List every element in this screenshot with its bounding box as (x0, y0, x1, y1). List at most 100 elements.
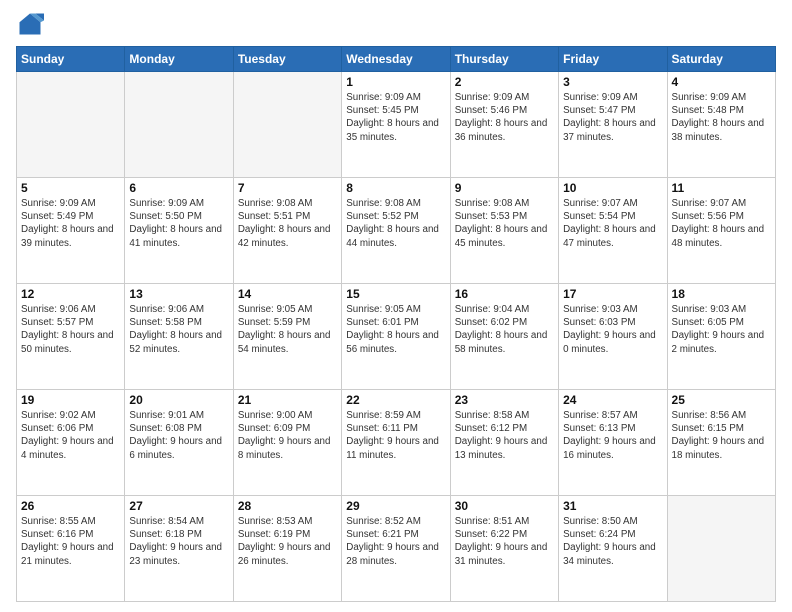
day-number: 4 (672, 75, 771, 89)
calendar-week-1: 1 Sunrise: 9:09 AMSunset: 5:45 PMDaylight… (17, 72, 776, 178)
calendar-cell: 1 Sunrise: 9:09 AMSunset: 5:45 PMDaylight… (342, 72, 450, 178)
day-number: 11 (672, 181, 771, 195)
day-number: 8 (346, 181, 445, 195)
calendar-cell: 11 Sunrise: 9:07 AMSunset: 5:56 PMDayligh… (667, 178, 775, 284)
day-info: Sunrise: 9:09 AMSunset: 5:48 PMDaylight:… (672, 91, 771, 144)
header (16, 10, 776, 38)
calendar-table: SundayMondayTuesdayWednesdayThursdayFrid… (16, 46, 776, 602)
calendar-cell: 14Sunrise: 9:05 AMSunset: 5:59 PMDayligh… (233, 284, 341, 390)
day-info: Sunrise: 9:05 AMSunset: 6:01 PMDaylight:… (346, 303, 445, 356)
calendar-cell: 3Sunrise: 9:09 AMSunset: 5:47 PMDaylight… (559, 72, 667, 178)
day-number: 17 (563, 287, 662, 301)
day-info: Sunrise: 9:09 AMSunset: 5:45 PMDaylight:… (346, 91, 445, 144)
calendar-week-4: 19 Sunrise: 9:02 AMSunset: 6:06 PMDayligh… (17, 390, 776, 496)
day-info: Sunrise: 9:09 AMSunset: 5:50 PMDaylight:… (129, 197, 228, 250)
day-number: 28 (238, 499, 337, 513)
day-number: 24 (563, 393, 662, 407)
calendar-week-5: 26 Sunrise: 8:55 AMSunset: 6:16 PMDayligh… (17, 496, 776, 602)
day-number: 12 (21, 287, 120, 301)
calendar-cell (125, 72, 233, 178)
day-info: Sunrise: 9:04 AMSunset: 6:02 PMDaylight:… (455, 303, 554, 356)
calendar-cell: 24 Sunrise: 8:57 AMSunset: 6:13 PMDayligh… (559, 390, 667, 496)
calendar-cell: 25Sunrise: 8:56 AMSunset: 6:15 PMDayligh… (667, 390, 775, 496)
calendar-cell: 18 Sunrise: 9:03 AMSunset: 6:05 PMDayligh… (667, 284, 775, 390)
calendar-cell: 10 Sunrise: 9:07 AMSunset: 5:54 PMDayligh… (559, 178, 667, 284)
calendar-cell: 31 Sunrise: 8:50 AMSunset: 6:24 PMDayligh… (559, 496, 667, 602)
day-number: 25 (672, 393, 771, 407)
day-info: Sunrise: 8:51 AMSunset: 6:22 PMDaylight:… (455, 515, 554, 568)
day-number: 22 (346, 393, 445, 407)
day-info: Sunrise: 9:08 AMSunset: 5:52 PMDaylight:… (346, 197, 445, 250)
day-info: Sunrise: 9:07 AMSunset: 5:54 PMDaylight:… (563, 197, 662, 250)
day-number: 23 (455, 393, 554, 407)
day-info: Sunrise: 9:08 AMSunset: 5:51 PMDaylight:… (238, 197, 337, 250)
day-number: 30 (455, 499, 554, 513)
calendar-week-3: 12 Sunrise: 9:06 AMSunset: 5:57 PMDayligh… (17, 284, 776, 390)
day-number: 16 (455, 287, 554, 301)
calendar-cell: 6Sunrise: 9:09 AMSunset: 5:50 PMDaylight… (125, 178, 233, 284)
day-number: 27 (129, 499, 228, 513)
calendar-cell: 4 Sunrise: 9:09 AMSunset: 5:48 PMDaylight… (667, 72, 775, 178)
calendar-cell: 7 Sunrise: 9:08 AMSunset: 5:51 PMDaylight… (233, 178, 341, 284)
day-info: Sunrise: 8:52 AMSunset: 6:21 PMDaylight:… (346, 515, 445, 568)
calendar-cell: 19 Sunrise: 9:02 AMSunset: 6:06 PMDayligh… (17, 390, 125, 496)
weekday-header-wednesday: Wednesday (342, 47, 450, 72)
calendar-cell: 16 Sunrise: 9:04 AMSunset: 6:02 PMDayligh… (450, 284, 558, 390)
calendar-cell: 9 Sunrise: 9:08 AMSunset: 5:53 PMDaylight… (450, 178, 558, 284)
calendar-cell: 29Sunrise: 8:52 AMSunset: 6:21 PMDayligh… (342, 496, 450, 602)
calendar-cell: 8 Sunrise: 9:08 AMSunset: 5:52 PMDaylight… (342, 178, 450, 284)
day-number: 1 (346, 75, 445, 89)
day-info: Sunrise: 9:02 AMSunset: 6:06 PMDaylight:… (21, 409, 120, 462)
weekday-header-sunday: Sunday (17, 47, 125, 72)
day-number: 13 (129, 287, 228, 301)
day-number: 26 (21, 499, 120, 513)
weekday-header-friday: Friday (559, 47, 667, 72)
day-number: 7 (238, 181, 337, 195)
calendar-cell (17, 72, 125, 178)
calendar-cell: 20Sunrise: 9:01 AMSunset: 6:08 PMDayligh… (125, 390, 233, 496)
day-number: 10 (563, 181, 662, 195)
calendar-cell: 21 Sunrise: 9:00 AMSunset: 6:09 PMDayligh… (233, 390, 341, 496)
day-info: Sunrise: 8:57 AMSunset: 6:13 PMDaylight:… (563, 409, 662, 462)
day-number: 15 (346, 287, 445, 301)
calendar-cell: 26 Sunrise: 8:55 AMSunset: 6:16 PMDayligh… (17, 496, 125, 602)
day-info: Sunrise: 9:00 AMSunset: 6:09 PMDaylight:… (238, 409, 337, 462)
calendar-cell: 23 Sunrise: 8:58 AMSunset: 6:12 PMDayligh… (450, 390, 558, 496)
day-info: Sunrise: 9:03 AMSunset: 6:03 PMDaylight:… (563, 303, 662, 356)
calendar-cell: 2 Sunrise: 9:09 AMSunset: 5:46 PMDaylight… (450, 72, 558, 178)
day-number: 5 (21, 181, 120, 195)
day-number: 31 (563, 499, 662, 513)
day-info: Sunrise: 8:54 AMSunset: 6:18 PMDaylight:… (129, 515, 228, 568)
day-info: Sunrise: 9:09 AMSunset: 5:49 PMDaylight:… (21, 197, 120, 250)
day-info: Sunrise: 9:07 AMSunset: 5:56 PMDaylight:… (672, 197, 771, 250)
calendar-cell: 22 Sunrise: 8:59 AMSunset: 6:11 PMDayligh… (342, 390, 450, 496)
day-number: 18 (672, 287, 771, 301)
day-number: 20 (129, 393, 228, 407)
day-info: Sunrise: 8:58 AMSunset: 6:12 PMDaylight:… (455, 409, 554, 462)
calendar-cell: 17 Sunrise: 9:03 AMSunset: 6:03 PMDayligh… (559, 284, 667, 390)
weekday-header-tuesday: Tuesday (233, 47, 341, 72)
day-info: Sunrise: 9:08 AMSunset: 5:53 PMDaylight:… (455, 197, 554, 250)
day-info: Sunrise: 8:59 AMSunset: 6:11 PMDaylight:… (346, 409, 445, 462)
calendar-cell: 12 Sunrise: 9:06 AMSunset: 5:57 PMDayligh… (17, 284, 125, 390)
calendar-cell (233, 72, 341, 178)
logo-icon (16, 10, 44, 38)
day-info: Sunrise: 8:55 AMSunset: 6:16 PMDaylight:… (21, 515, 120, 568)
day-info: Sunrise: 8:53 AMSunset: 6:19 PMDaylight:… (238, 515, 337, 568)
day-number: 9 (455, 181, 554, 195)
calendar-cell: 27 Sunrise: 8:54 AMSunset: 6:18 PMDayligh… (125, 496, 233, 602)
weekday-header-saturday: Saturday (667, 47, 775, 72)
day-info: Sunrise: 9:06 AMSunset: 5:57 PMDaylight:… (21, 303, 120, 356)
weekday-header-monday: Monday (125, 47, 233, 72)
day-info: Sunrise: 9:09 AMSunset: 5:46 PMDaylight:… (455, 91, 554, 144)
day-info: Sunrise: 8:50 AMSunset: 6:24 PMDaylight:… (563, 515, 662, 568)
calendar-cell: 30 Sunrise: 8:51 AMSunset: 6:22 PMDayligh… (450, 496, 558, 602)
day-info: Sunrise: 9:03 AMSunset: 6:05 PMDaylight:… (672, 303, 771, 356)
weekday-header-row: SundayMondayTuesdayWednesdayThursdayFrid… (17, 47, 776, 72)
day-number: 2 (455, 75, 554, 89)
day-number: 21 (238, 393, 337, 407)
day-number: 19 (21, 393, 120, 407)
day-info: Sunrise: 9:06 AMSunset: 5:58 PMDaylight:… (129, 303, 228, 356)
logo (16, 10, 48, 38)
calendar-week-2: 5 Sunrise: 9:09 AMSunset: 5:49 PMDaylight… (17, 178, 776, 284)
